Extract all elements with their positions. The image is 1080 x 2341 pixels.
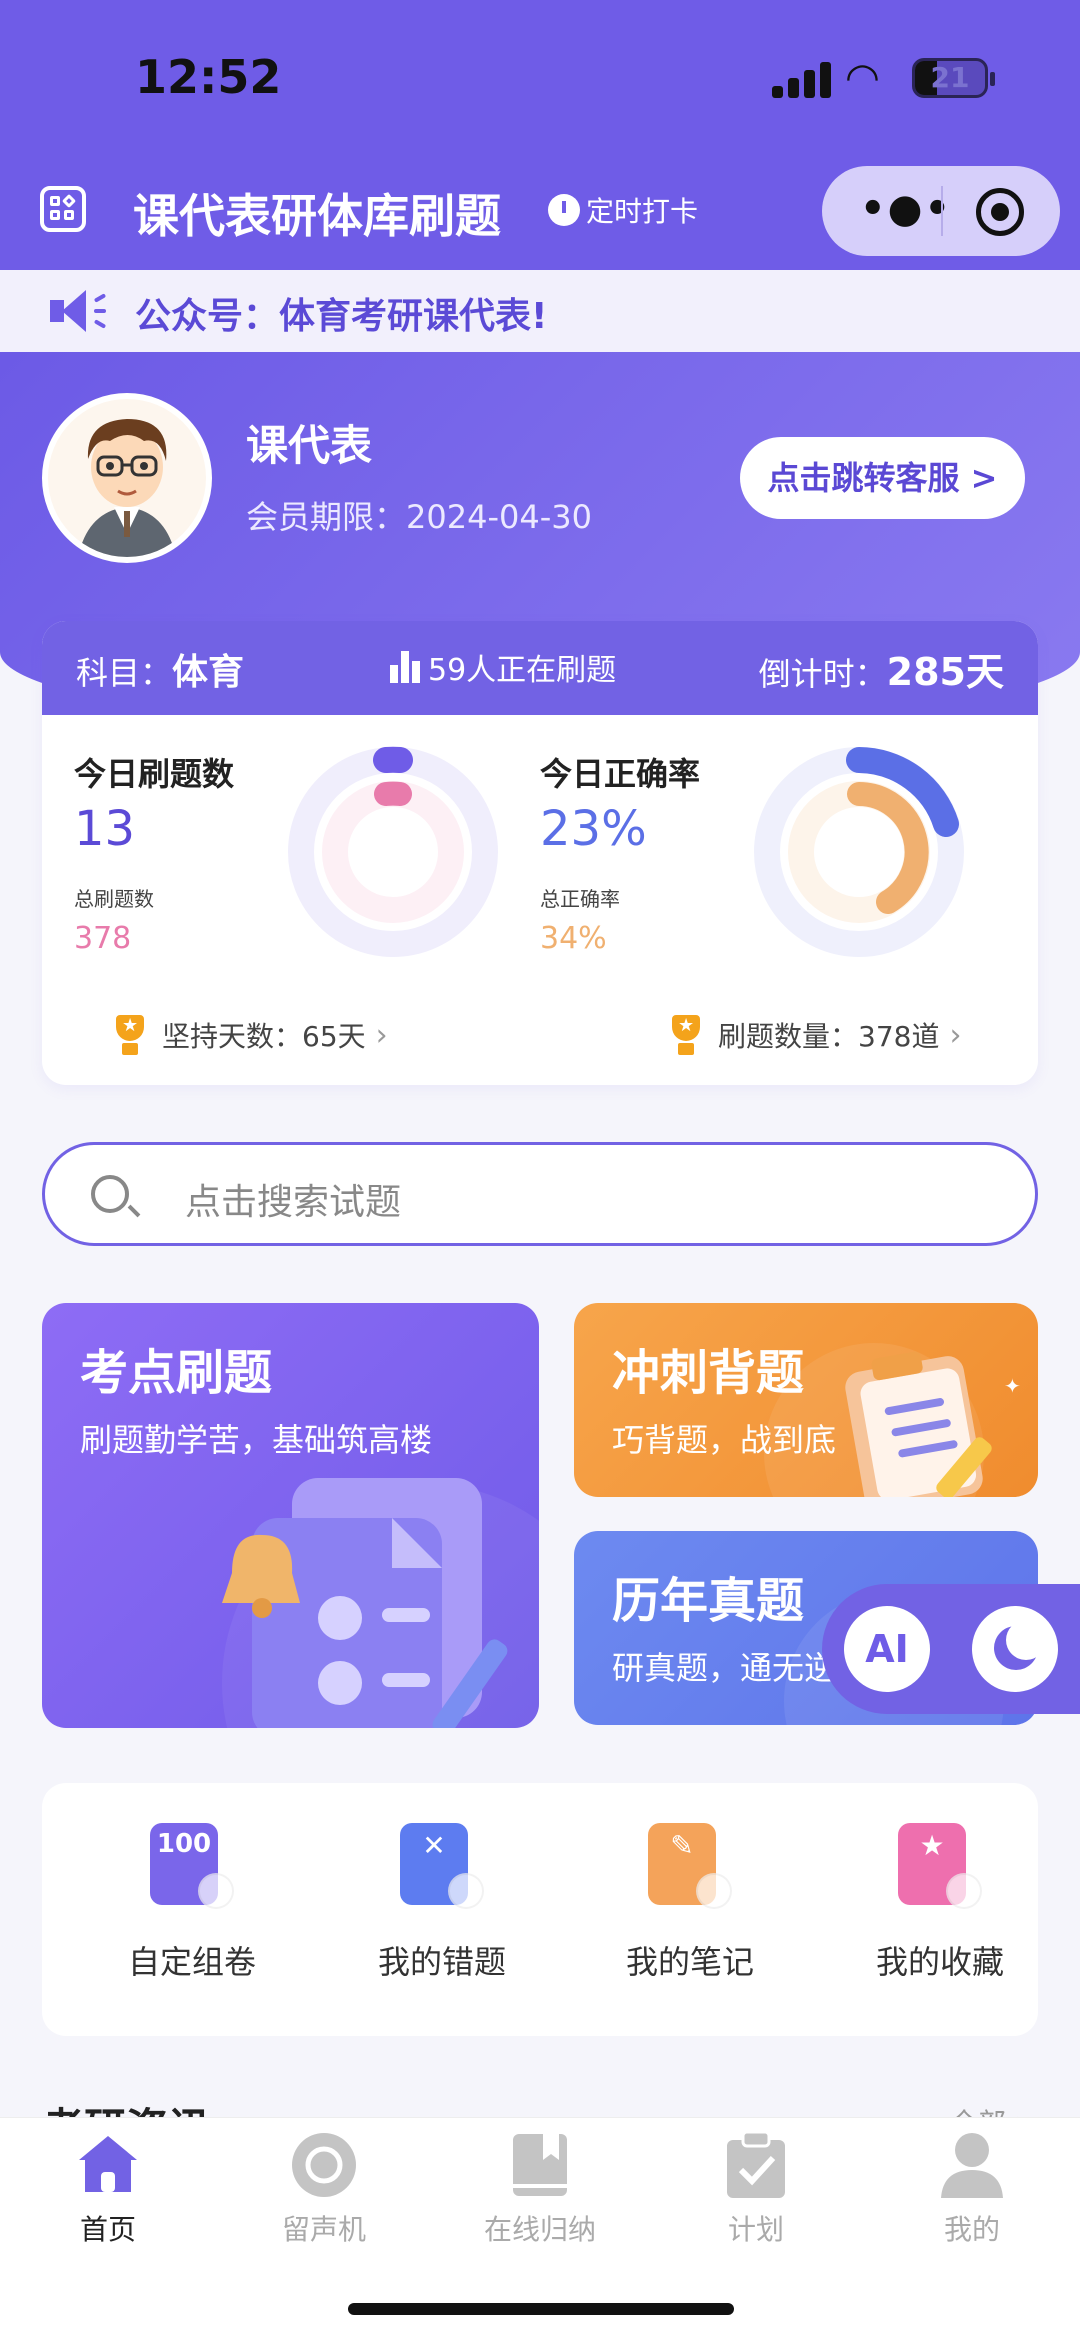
tab-plan[interactable]: 计划 [676, 2130, 836, 2248]
wrong-icon-glyph: ✕ [422, 1829, 446, 1862]
exam-icon-text: 100 [156, 1829, 212, 1859]
subject-label: 科目： [76, 654, 173, 692]
note-icon: ✎ [648, 1823, 732, 1909]
miniprogram-capsule: •●• [822, 166, 1060, 256]
tab-label: 留声机 [281, 2213, 366, 2246]
user-name: 课代表 [246, 421, 373, 470]
countdown-label: 倒计时： [758, 655, 887, 693]
trophy-icon: ★ [108, 1013, 152, 1057]
checkin-label: 定时打卡 [586, 195, 699, 228]
question-count-link[interactable]: ★ 刷题数量：378道 › [664, 1013, 961, 1057]
tab-label: 计划 [727, 2213, 784, 2246]
signal-icon [772, 62, 834, 98]
feature-title: 考点刷题 [80, 1345, 273, 1401]
question-count-text: 刷题数量：378道 [718, 1020, 940, 1053]
tool-label: 自定组卷 [127, 1943, 256, 1981]
streak-text: 坚持天数：65天 [162, 1020, 366, 1053]
tool-label: 我的错题 [377, 1943, 506, 1981]
sprint-memorize-card[interactable]: ✦ 冲刺背题 巧背题，战到底 [574, 1303, 1038, 1497]
notice-bar[interactable]: 公众号：体育考研课代表! [0, 270, 1080, 352]
more-icon[interactable]: •●• [860, 186, 952, 232]
book-icon [513, 2134, 567, 2196]
search-placeholder: 点击搜索试题 [185, 1182, 402, 1223]
tool-label: 我的收藏 [875, 1943, 1004, 1981]
exam-icon: 100 [150, 1823, 234, 1909]
clipboard-icon [727, 2130, 785, 2198]
checkin-button[interactable]: 定时打卡 [548, 190, 698, 230]
membership-expiry: 会员期限：2024-04-30 [246, 498, 592, 536]
today-accuracy: 23% [540, 801, 647, 857]
feature-subtitle: 巧背题，战到底 [612, 1421, 837, 1459]
total-count-label: 总刷题数 [74, 887, 154, 911]
close-target-icon[interactable] [976, 188, 1024, 236]
active-users-text: 59人正在刷题 [428, 653, 617, 688]
total-accuracy: 34% [540, 921, 607, 956]
accuracy-ring [754, 747, 964, 957]
tab-home[interactable]: 首页 [28, 2130, 188, 2248]
alarm-icon [548, 194, 580, 226]
chevron-right-icon: › [949, 1017, 962, 1053]
quick-tools: 100 自定组卷 ✕ 我的错题 ✎ 我的笔记 ★ 我的收藏 [42, 1783, 1038, 2036]
countdown: 倒计时：285天 [759, 641, 1004, 696]
note-icon-glyph: ✎ [670, 1829, 694, 1862]
floating-actions: AI [822, 1584, 1080, 1714]
dark-mode-moon-icon[interactable] [972, 1606, 1058, 1692]
avatar[interactable] [42, 393, 212, 563]
countdown-value: 285天 [886, 650, 1004, 694]
tab-online-summary[interactable]: 在线归纳 [460, 2130, 620, 2248]
tab-mine[interactable]: 我的 [892, 2130, 1052, 2248]
svg-text:✦: ✦ [1004, 1374, 1021, 1398]
today-count: 13 [74, 801, 136, 857]
tab-record-player[interactable]: 留声机 [244, 2130, 404, 2248]
record-icon [292, 2133, 356, 2197]
chevron-right-icon: › [375, 1017, 388, 1053]
tool-favorites[interactable]: ★ 我的收藏 [840, 1823, 1040, 1983]
battery-icon: 21 [912, 58, 995, 98]
total-accuracy-label: 总正确率 [540, 887, 620, 911]
ai-assistant-button[interactable]: AI [844, 1606, 930, 1692]
total-count: 378 [74, 921, 132, 956]
home-indicator [348, 2303, 734, 2315]
feature-subtitle: 研真题，通无逆 [612, 1649, 837, 1687]
feature-title: 冲刺背题 [612, 1345, 805, 1401]
trophy-icon: ★ [664, 1013, 708, 1057]
customer-service-button[interactable]: 点击跳转客服 > [740, 437, 1025, 519]
keypoint-practice-card[interactable]: 考点刷题 刷题勤学苦，基础筑高楼 [42, 1303, 539, 1728]
status-time: 12:52 [135, 50, 282, 104]
tab-label: 我的 [943, 2213, 1000, 2246]
favorite-icon-glyph: ★ [919, 1829, 945, 1862]
status-bar: 12:52 ◠ 21 [0, 0, 1080, 160]
study-stats-card: 科目：体育 59人正在刷题 倒计时：285天 今日刷题数 13 总刷题数 378… [42, 621, 1038, 1085]
wifi-icon: ◠ [845, 55, 880, 101]
tab-label: 首页 [79, 2213, 136, 2246]
tool-custom-paper[interactable]: 100 自定组卷 [92, 1823, 292, 1983]
feature-title: 历年真题 [612, 1573, 805, 1629]
app-header: 课代表研体库刷题 定时打卡 •●• [0, 160, 1080, 270]
battery-level: 21 [930, 61, 970, 94]
apps-grid-icon[interactable] [40, 186, 86, 232]
today-count-label: 今日刷题数 [74, 755, 235, 793]
wrong-icon: ✕ [400, 1823, 484, 1909]
home-icon [79, 2136, 137, 2192]
tool-label: 我的笔记 [625, 1943, 754, 1981]
tool-notes[interactable]: ✎ 我的笔记 [590, 1823, 790, 1983]
notice-text: 公众号：体育考研课代表! [135, 296, 548, 337]
active-users: 59人正在刷题 [390, 645, 616, 689]
search-icon [91, 1175, 129, 1213]
today-accuracy-label: 今日正确率 [540, 755, 701, 793]
favorite-icon: ★ [898, 1823, 982, 1909]
search-input[interactable]: 点击搜索试题 [42, 1142, 1038, 1246]
profile-icon [941, 2133, 1003, 2198]
count-ring [288, 746, 498, 957]
tool-wrong-questions[interactable]: ✕ 我的错题 [342, 1823, 542, 1983]
bar-chart-icon [390, 651, 420, 683]
streak-link[interactable]: ★ 坚持天数：65天 › [108, 1013, 388, 1057]
subject-value: 体育 [172, 652, 245, 693]
app-title: 课代表研体库刷题 [133, 189, 501, 243]
stats-header: 科目：体育 59人正在刷题 倒计时：285天 [42, 621, 1038, 715]
feature-subtitle: 刷题勤学苦，基础筑高楼 [80, 1421, 433, 1459]
subject[interactable]: 科目：体育 [76, 643, 244, 695]
tab-label: 在线归纳 [483, 2213, 596, 2246]
speaker-icon [50, 290, 107, 332]
